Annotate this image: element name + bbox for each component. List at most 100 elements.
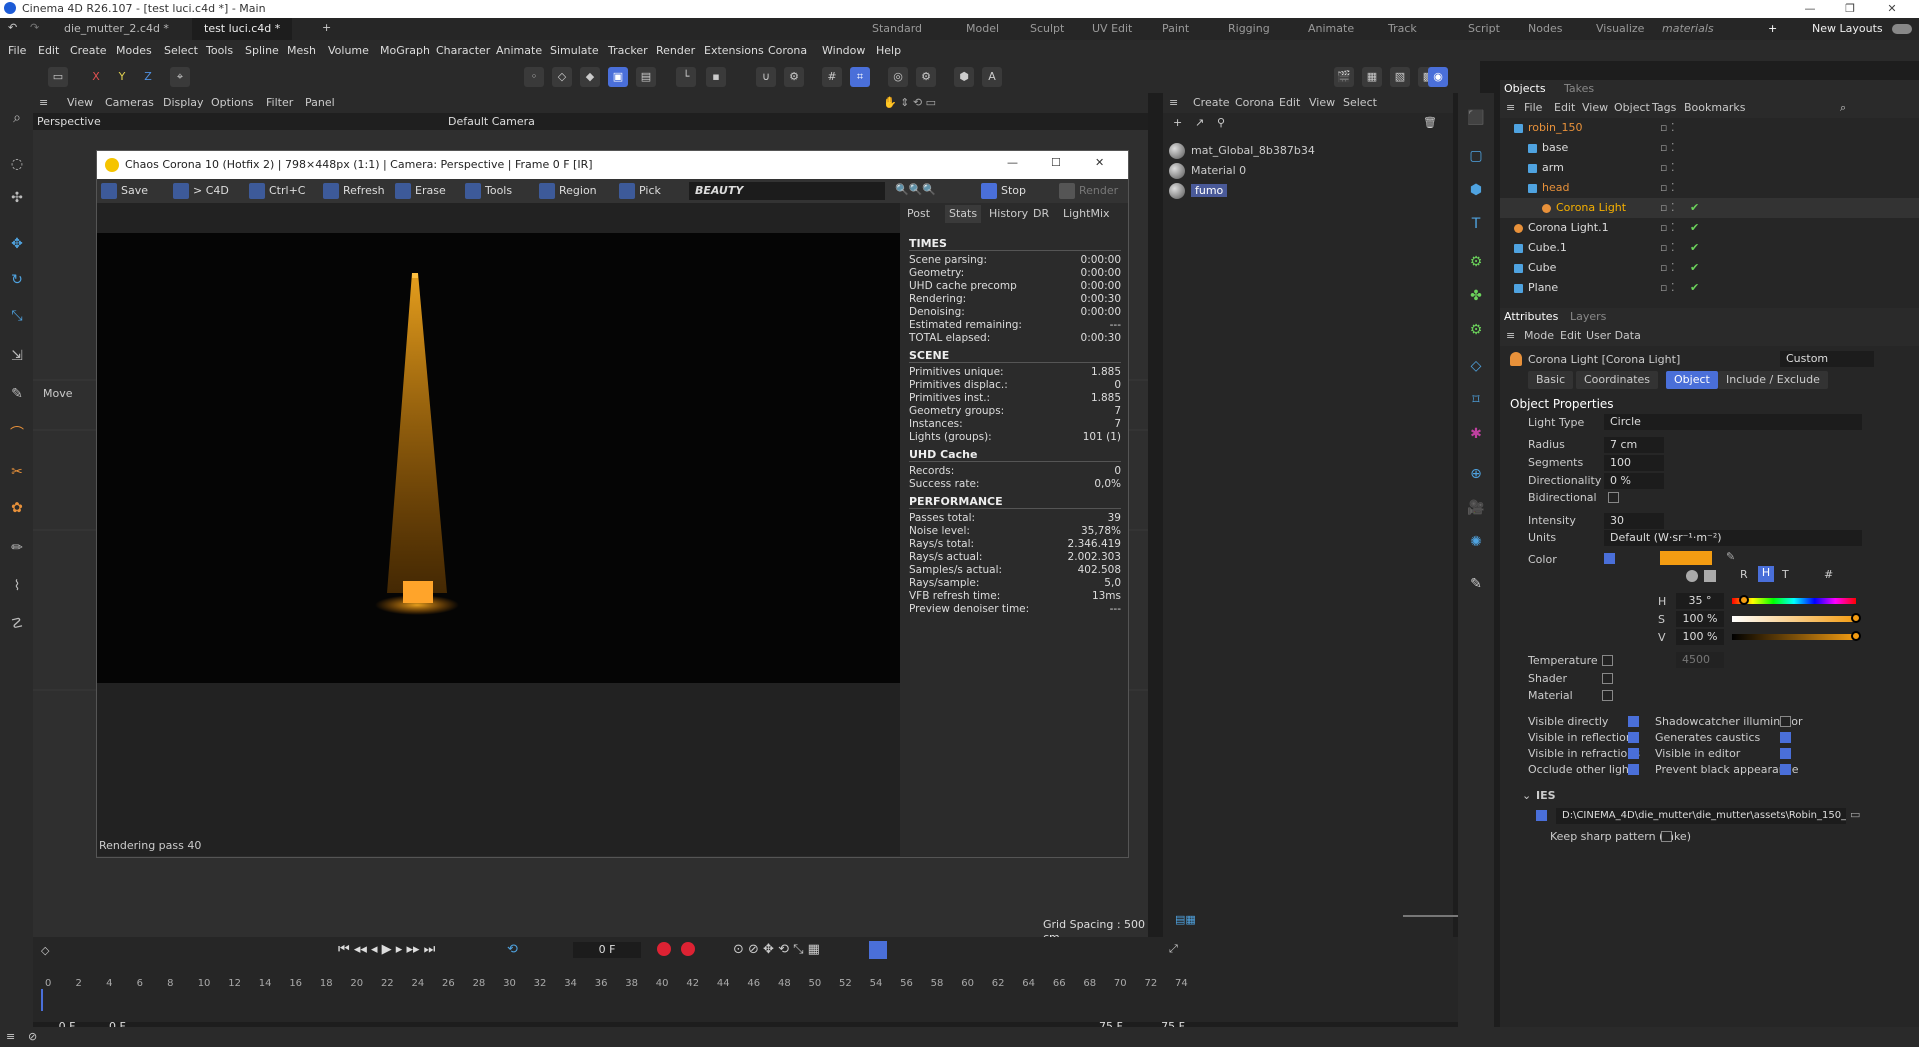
- flag-checkbox[interactable]: [1780, 748, 1791, 759]
- menu-corona[interactable]: Corona: [768, 40, 807, 61]
- object-tab-objects[interactable]: Objects: [1504, 82, 1546, 95]
- color-wheel-icon[interactable]: [1686, 570, 1698, 582]
- color-swatch[interactable]: [1660, 551, 1712, 565]
- ies-toggle-icon[interactable]: ⌄: [1522, 789, 1531, 802]
- edges-mode-icon[interactable]: ◇: [552, 67, 572, 87]
- value-field[interactable]: 100 %: [1676, 629, 1724, 645]
- timeline-ruler[interactable]: 0 2 4 6 8 10 12 14 16 18 20 22 24 26 28 30 32 34 36 38 40 42 4…: [33, 937, 1458, 1022]
- object-menu-view[interactable]: View: [1582, 101, 1608, 114]
- stats-tab-history[interactable]: History: [985, 205, 1032, 223]
- mode-icon[interactable]: ▭: [48, 67, 68, 87]
- cube-icon[interactable]: ⬢: [1465, 179, 1487, 201]
- coordinate-system-icon[interactable]: ⌖: [170, 67, 190, 87]
- saturation-slider[interactable]: [1732, 613, 1861, 623]
- generator-icon[interactable]: ⚙: [1465, 251, 1487, 273]
- flag-checkbox[interactable]: [1780, 764, 1791, 775]
- slider-knob[interactable]: [1851, 613, 1861, 623]
- vfb-stop-button[interactable]: Stop: [979, 181, 1026, 201]
- material-checkbox[interactable]: [1602, 690, 1613, 701]
- vfb-save-button[interactable]: Save: [99, 181, 148, 201]
- tab-layers[interactable]: Layers: [1570, 310, 1606, 323]
- axis-x-toggle[interactable]: X: [86, 67, 106, 87]
- menu-user-data[interactable]: User Data: [1586, 329, 1641, 342]
- viewport-menu-display[interactable]: Display: [163, 93, 204, 113]
- flag-checkbox[interactable]: [1780, 732, 1791, 743]
- layout-9[interactable]: Nodes: [1528, 18, 1562, 40]
- add-layout-icon[interactable]: +: [1768, 18, 1777, 40]
- deformer-icon[interactable]: ⚙: [1465, 319, 1487, 341]
- flag-checkbox[interactable]: [1780, 716, 1791, 727]
- visibility-dots-icon[interactable]: ▫ ⁚: [1660, 238, 1674, 258]
- polygons-mode-icon[interactable]: ◆: [580, 67, 600, 87]
- saturation-field[interactable]: 100 %: [1676, 611, 1724, 627]
- hue-slider[interactable]: [1732, 595, 1856, 605]
- slider-knob[interactable]: [1851, 631, 1861, 641]
- vfb-copy-button[interactable]: Ctrl+C: [247, 181, 305, 201]
- stats-tab-stats[interactable]: Stats: [945, 205, 982, 223]
- shader-checkbox[interactable]: [1602, 673, 1613, 684]
- render-picture-viewer-icon[interactable]: ▦: [1362, 67, 1382, 87]
- layout-6[interactable]: Animate: [1308, 18, 1354, 40]
- field-icon[interactable]: ◇: [1465, 355, 1487, 377]
- material-menu-create[interactable]: Create: [1193, 96, 1230, 109]
- model-mode-icon[interactable]: ▣: [608, 67, 628, 87]
- render-view-icon[interactable]: 🎬: [1334, 67, 1354, 87]
- cube-icon[interactable]: ⬛: [1465, 107, 1487, 129]
- material-menu-edit[interactable]: Edit: [1279, 96, 1300, 109]
- layout-1[interactable]: Model: [966, 18, 999, 40]
- viewport-menu-options[interactable]: Options: [211, 93, 253, 113]
- material-item[interactable]: fumo: [1169, 181, 1228, 201]
- layout-4[interactable]: Paint: [1162, 18, 1189, 40]
- menu-create[interactable]: Create: [70, 40, 107, 61]
- hamburger-icon[interactable]: ≡: [1506, 329, 1515, 342]
- object-row[interactable]: Plane ▫ ⁚ ✔: [1500, 278, 1919, 298]
- square-icon[interactable]: ▢: [1465, 145, 1487, 167]
- snap-icon[interactable]: ⌗: [850, 67, 870, 87]
- object-menu-edit[interactable]: Edit: [1554, 101, 1575, 114]
- temperature-checkbox[interactable]: [1602, 655, 1613, 666]
- units-select[interactable]: Default (W·sr⁻¹·m⁻²): [1604, 530, 1862, 546]
- tab-attributes[interactable]: Attributes: [1504, 310, 1558, 323]
- transform-icon[interactable]: ⇲: [6, 345, 28, 367]
- tab-test-luci[interactable]: test luci.c4d *: [192, 18, 293, 40]
- spline-pen-icon[interactable]: ✎: [6, 383, 28, 405]
- radius-field[interactable]: 7 cm: [1604, 437, 1664, 453]
- hamburger-icon[interactable]: ≡: [6, 1030, 15, 1043]
- vfb-minimize-button[interactable]: —: [1007, 156, 1018, 169]
- ies-path-field[interactable]: D:\CINEMA_4D\die_mutter\die_mutter\asset…: [1556, 808, 1846, 824]
- search-icon[interactable]: ⌕: [1840, 101, 1846, 115]
- value-slider[interactable]: [1732, 631, 1861, 641]
- select-icon[interactable]: ◌: [6, 153, 28, 175]
- enabled-check-icon[interactable]: ✔: [1690, 258, 1699, 278]
- list-view-icon[interactable]: ▤▦: [1175, 913, 1196, 926]
- eyedropper-icon[interactable]: ✎: [1726, 550, 1735, 563]
- menu-select[interactable]: Select: [164, 40, 198, 61]
- playhead[interactable]: [41, 989, 43, 1011]
- zoom-icons[interactable]: 🔍🔍🔍: [895, 183, 955, 199]
- menu-animate[interactable]: Animate: [496, 40, 542, 61]
- bidirectional-checkbox[interactable]: [1608, 492, 1619, 503]
- pencil-icon[interactable]: ✏: [6, 537, 28, 559]
- menu-mesh[interactable]: Mesh: [287, 40, 316, 61]
- brush-icon[interactable]: ⌒: [6, 423, 28, 445]
- menu-tools[interactable]: Tools: [206, 40, 233, 61]
- layout-8[interactable]: Script: [1468, 18, 1500, 40]
- object-row[interactable]: Corona Light ▫ ⁚ ✔: [1500, 198, 1919, 218]
- hash-icon[interactable]: #: [1824, 568, 1833, 581]
- color-spectrum-icon[interactable]: [1704, 570, 1716, 582]
- vfb-render-button[interactable]: Render: [1057, 181, 1118, 201]
- eyedropper-icon[interactable]: ⚲: [1217, 116, 1225, 129]
- material-menu-corona[interactable]: Corona: [1235, 96, 1274, 109]
- sculpt-icon[interactable]: ⌇: [6, 575, 28, 597]
- vfb-render-area[interactable]: Rendering pass 40: [97, 203, 900, 856]
- menu-edit[interactable]: Edit: [38, 40, 59, 61]
- visibility-dots-icon[interactable]: ▫ ⁚: [1660, 198, 1674, 218]
- enabled-check-icon[interactable]: ✔: [1690, 238, 1699, 258]
- camera-icon[interactable]: 🎥: [1465, 497, 1487, 519]
- menu-window[interactable]: Window: [822, 40, 865, 61]
- cube-icon[interactable]: ⬢: [954, 67, 974, 87]
- menu-simulate[interactable]: Simulate: [550, 40, 599, 61]
- layout-10[interactable]: Visualize: [1596, 18, 1644, 40]
- object-row[interactable]: Cube ▫ ⁚ ✔: [1500, 258, 1919, 278]
- settings-icon[interactable]: ⚙: [784, 67, 804, 87]
